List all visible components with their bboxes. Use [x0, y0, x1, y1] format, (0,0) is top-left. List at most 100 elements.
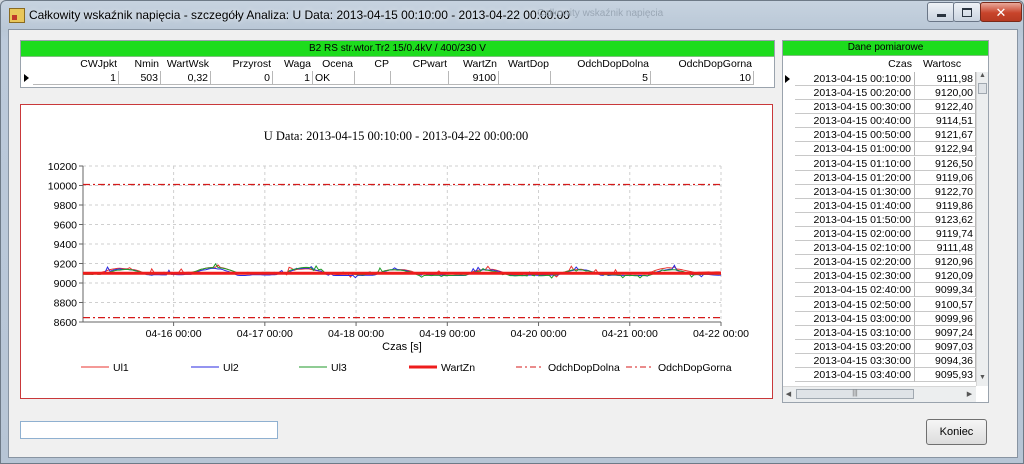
col-header-nmin[interactable]: Nmin — [119, 57, 161, 71]
list-cell-value[interactable]: 9119,06 — [915, 170, 976, 185]
list-cell-value[interactable]: 9120,09 — [915, 269, 976, 284]
cell-wartwsk[interactable]: 0,32 — [161, 71, 211, 85]
list-cell-time[interactable]: 2013-04-15 03:20:00 — [795, 339, 915, 354]
cell-waga[interactable]: 1 — [273, 71, 313, 85]
list-item[interactable]: 2013-04-15 02:10:00 9111,48 — [783, 241, 976, 256]
minimize-button[interactable] — [927, 2, 955, 22]
cell-cwjpkt[interactable]: 1 — [33, 71, 119, 85]
scroll-left-icon[interactable]: ◀ — [783, 390, 794, 398]
list-cell-time[interactable]: 2013-04-15 01:30:00 — [795, 184, 915, 199]
list-cell-value[interactable]: 9111,48 — [915, 241, 976, 256]
col-header-wartwsk[interactable]: WartWsk — [161, 57, 211, 71]
list-cell-value[interactable]: 9097,03 — [915, 339, 976, 354]
status-input[interactable] — [20, 421, 278, 439]
scroll-down-icon[interactable]: ▼ — [977, 374, 988, 381]
col-header-odchdopgorna[interactable]: OdchDopGorna — [651, 57, 754, 71]
col-header-time[interactable]: Czas — [795, 56, 915, 72]
list-cell-value[interactable]: 9114,51 — [915, 114, 976, 129]
list-item[interactable]: 2013-04-15 03:20:00 9097,03 — [783, 339, 976, 354]
col-header-value[interactable]: Wartosc — [915, 56, 976, 72]
list-cell-time[interactable]: 2013-04-15 02:10:00 — [795, 241, 915, 256]
list-cell-value[interactable]: 9099,96 — [915, 311, 976, 326]
list-item[interactable]: 2013-04-15 03:10:00 9097,24 — [783, 325, 976, 340]
list-cell-time[interactable]: 2013-04-15 00:10:00 — [795, 72, 915, 86]
scroll-right-icon[interactable]: ▶ — [964, 390, 975, 398]
list-item[interactable]: 2013-04-15 01:20:00 9119,06 — [783, 170, 976, 185]
vertical-scrollbar[interactable]: ▲ ▼ — [976, 72, 988, 386]
list-cell-time[interactable]: 2013-04-15 03:10:00 — [795, 325, 915, 340]
list-item[interactable]: 2013-04-15 01:30:00 9122,70 — [783, 184, 976, 199]
list-cell-time[interactable]: 2013-04-15 00:30:00 — [795, 100, 915, 115]
list-cell-value[interactable]: 9123,62 — [915, 212, 976, 227]
list-cell-time[interactable]: 2013-04-15 02:50:00 — [795, 297, 915, 312]
list-cell-time[interactable]: 2013-04-15 01:20:00 — [795, 170, 915, 185]
list-item[interactable]: 2013-04-15 02:40:00 9099,34 — [783, 283, 976, 298]
cell-wartdop[interactable] — [499, 71, 551, 85]
col-header-przyrost[interactable]: Przyrost — [211, 57, 273, 71]
col-header-wartdop[interactable]: WartDop — [499, 57, 551, 71]
cell-cp[interactable] — [355, 71, 391, 85]
list-cell-value[interactable]: 9095,93 — [915, 367, 976, 382]
col-header-waga[interactable]: Waga — [273, 57, 313, 71]
list-cell-time[interactable]: 2013-04-15 03:40:00 — [795, 367, 915, 382]
list-item[interactable]: 2013-04-15 03:00:00 9099,96 — [783, 311, 976, 326]
col-header-odchdopdolna[interactable]: OdchDopDolna — [551, 57, 651, 71]
koniec-button[interactable]: Koniec — [926, 419, 987, 445]
list-cell-time[interactable]: 2013-04-15 01:50:00 — [795, 212, 915, 227]
list-cell-value[interactable]: 9122,40 — [915, 100, 976, 115]
cell-nmin[interactable]: 503 — [119, 71, 161, 85]
list-cell-time[interactable]: 2013-04-15 02:40:00 — [795, 283, 915, 298]
cell-odchdopdolna[interactable]: 5 — [551, 71, 651, 85]
maximize-button[interactable] — [953, 2, 981, 22]
cell-cpwart[interactable] — [391, 71, 449, 85]
list-item[interactable]: 2013-04-15 00:30:00 9122,40 — [783, 100, 976, 115]
list-cell-time[interactable]: 2013-04-15 01:00:00 — [795, 142, 915, 157]
list-cell-value[interactable]: 9119,74 — [915, 227, 976, 242]
list-cell-value[interactable]: 9111,98 — [915, 72, 976, 86]
col-header-cwjpkt[interactable]: CWJpkt — [33, 57, 119, 71]
list-cell-time[interactable]: 2013-04-15 00:40:00 — [795, 114, 915, 129]
cell-odchdopgorna[interactable]: 10 — [651, 71, 754, 85]
col-header-ocena[interactable]: Ocena — [313, 57, 355, 71]
list-item[interactable]: 2013-04-15 01:10:00 9126,50 — [783, 156, 976, 171]
list-cell-time[interactable]: 2013-04-15 03:30:00 — [795, 353, 915, 368]
list-cell-time[interactable]: 2013-04-15 02:20:00 — [795, 255, 915, 270]
cell-wartzn[interactable]: 9100 — [449, 71, 499, 85]
list-cell-value[interactable]: 9121,67 — [915, 128, 976, 143]
list-cell-value[interactable]: 9099,34 — [915, 283, 976, 298]
vertical-scroll-thumb[interactable] — [978, 83, 987, 94]
list-item[interactable]: 2013-04-15 00:10:00 9111,98 — [783, 72, 976, 86]
list-cell-value[interactable]: 9119,86 — [915, 198, 976, 213]
list-cell-time[interactable]: 2013-04-15 02:30:00 — [795, 269, 915, 284]
list-item[interactable]: 2013-04-15 00:40:00 9114,51 — [783, 114, 976, 129]
cell-ocena[interactable]: OK — [313, 71, 355, 85]
list-cell-value[interactable]: 9120,96 — [915, 255, 976, 270]
info-grid[interactable]: B2 RS str.wtor.Tr2 15/0.4kV / 400/230 V … — [20, 40, 775, 88]
list-cell-value[interactable]: 9122,94 — [915, 142, 976, 157]
title-bar[interactable]: Całkowity wskaźnik napięcia - szczegóły … — [1, 1, 1023, 29]
list-cell-time[interactable]: 2013-04-15 00:20:00 — [795, 86, 915, 101]
list-cell-time[interactable]: 2013-04-15 01:40:00 — [795, 198, 915, 213]
list-item[interactable]: 2013-04-15 01:40:00 9119,86 — [783, 198, 976, 213]
list-item[interactable]: 2013-04-15 01:50:00 9123,62 — [783, 212, 976, 227]
col-header-cpwart[interactable]: CPwart — [391, 57, 449, 71]
horizontal-scrollbar[interactable]: ◀ ||| ▶ — [783, 386, 976, 402]
cell-przyrost[interactable]: 0 — [211, 71, 273, 85]
list-item[interactable]: 2013-04-15 02:20:00 9120,96 — [783, 255, 976, 270]
horizontal-scroll-thumb[interactable]: ||| — [796, 389, 914, 399]
close-button[interactable]: ✕ — [980, 2, 1022, 22]
list-item[interactable]: 2013-04-15 02:00:00 9119,74 — [783, 227, 976, 242]
list-item[interactable]: 2013-04-15 02:50:00 9100,57 — [783, 297, 976, 312]
list-item[interactable]: 2013-04-15 03:30:00 9094,36 — [783, 353, 976, 368]
list-cell-value[interactable]: 9097,24 — [915, 325, 976, 340]
list-cell-value[interactable]: 9126,50 — [915, 156, 976, 171]
info-value-row[interactable]: 1 503 0,32 0 1 OK 9100 5 10 — [21, 71, 774, 85]
list-cell-value[interactable]: 9122,70 — [915, 184, 976, 199]
list-item[interactable]: 2013-04-15 02:30:00 9120,09 — [783, 269, 976, 284]
scroll-up-icon[interactable]: ▲ — [977, 72, 988, 79]
list-cell-value[interactable]: 9100,57 — [915, 297, 976, 312]
list-cell-time[interactable]: 2013-04-15 00:50:00 — [795, 128, 915, 143]
list-item[interactable]: 2013-04-15 00:20:00 9120,00 — [783, 86, 976, 101]
list-item[interactable]: 2013-04-15 01:00:00 9122,94 — [783, 142, 976, 157]
list-cell-value[interactable]: 9094,36 — [915, 353, 976, 368]
